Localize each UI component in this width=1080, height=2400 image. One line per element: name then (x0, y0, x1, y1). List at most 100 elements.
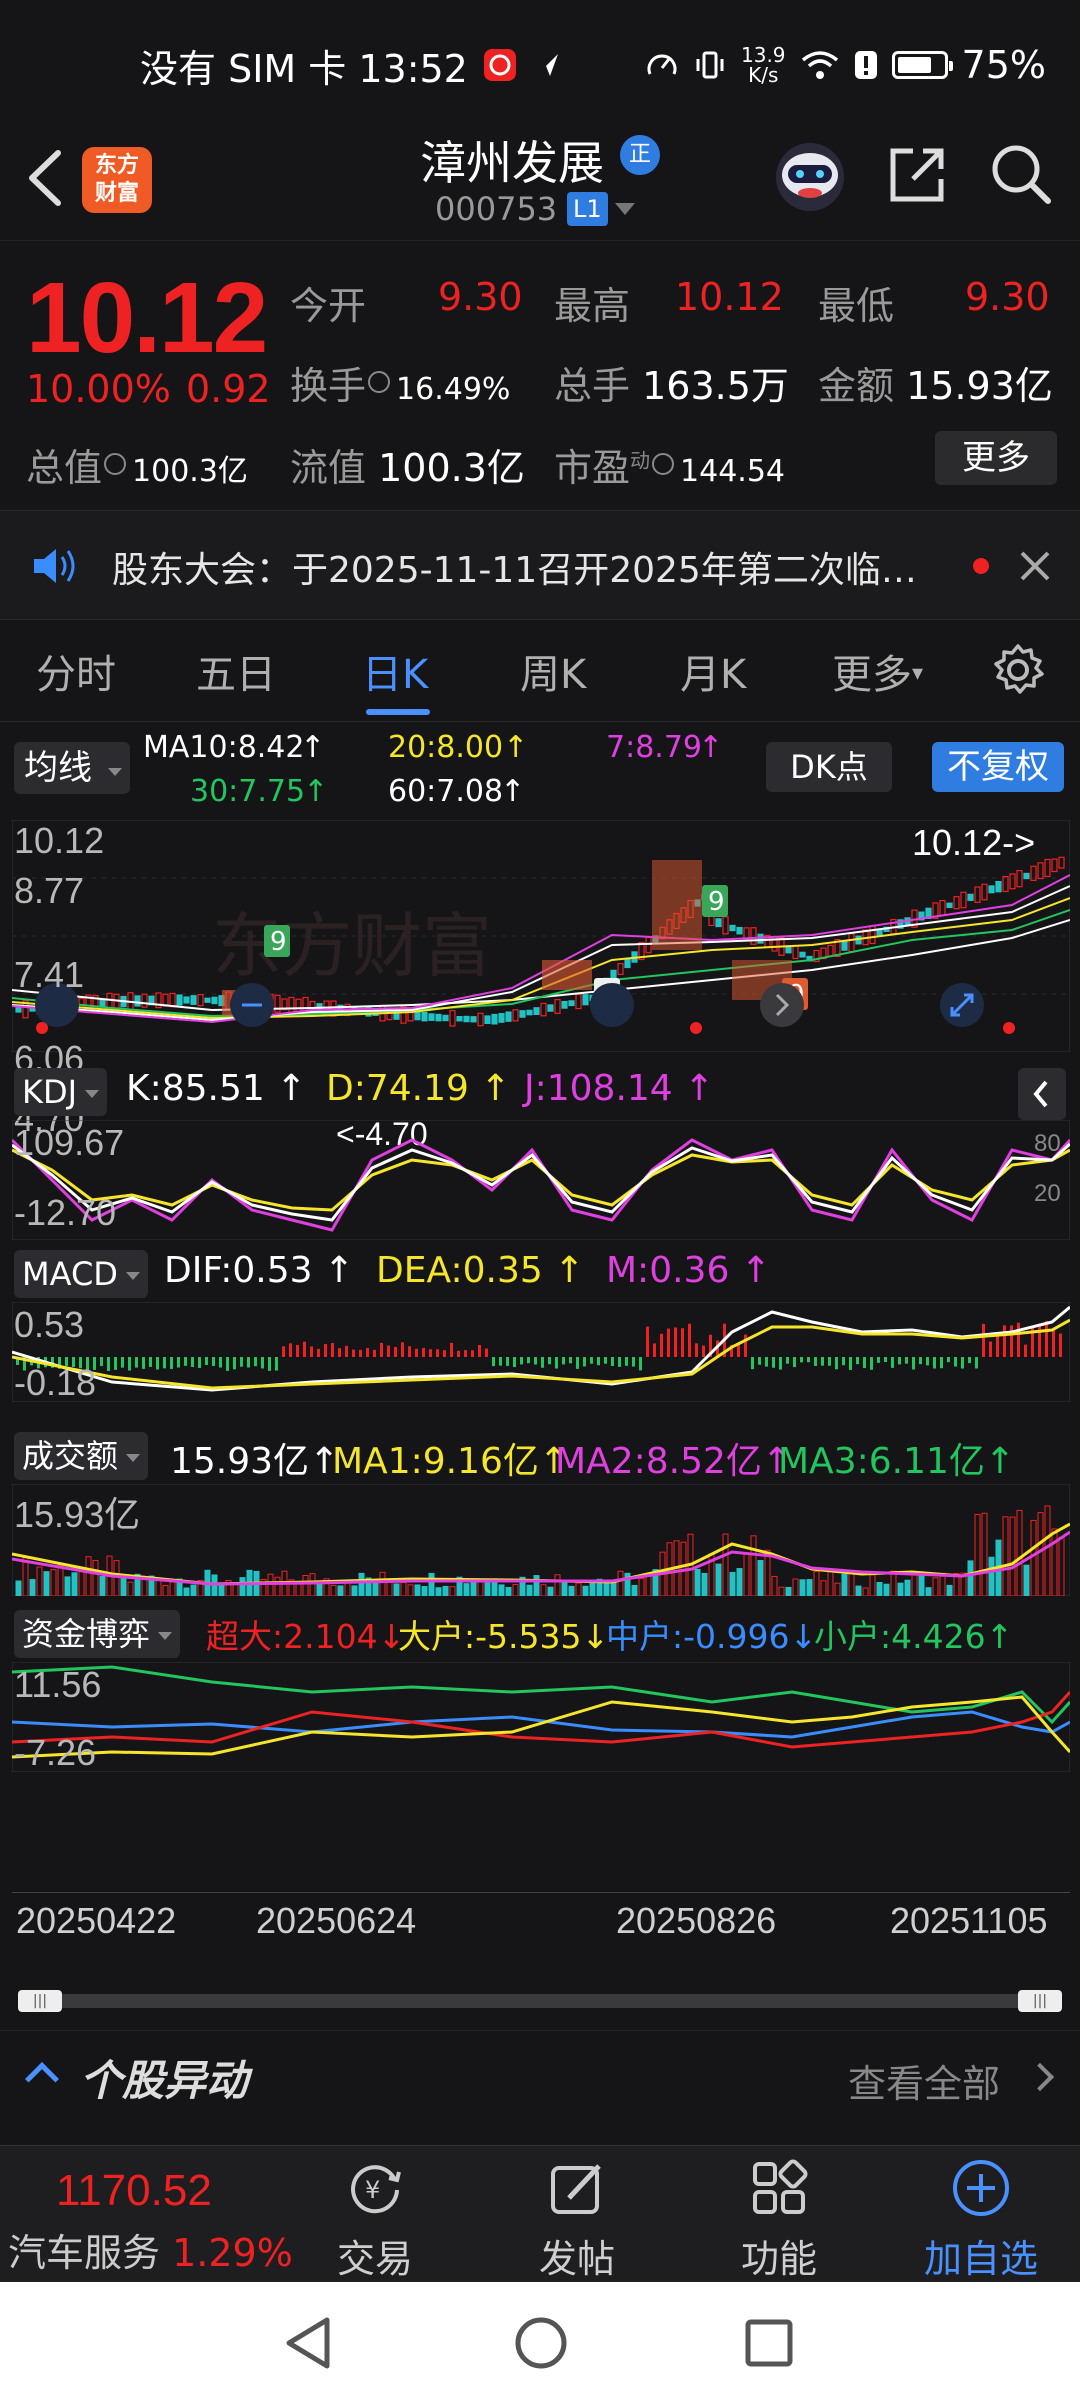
stock-alerts-section[interactable]: 个股异动 查看全部 (0, 2030, 1080, 2120)
macd-bar (121, 1357, 124, 1368)
tab-intraday[interactable]: 分时 (36, 642, 116, 700)
candle (1016, 870, 1023, 888)
fund-plot[interactable] (12, 1662, 1070, 1772)
candle (519, 1010, 526, 1018)
fund-selector[interactable]: 资金博弈 (14, 1610, 181, 1658)
volume-label: 总手 (554, 364, 631, 408)
candle (190, 995, 197, 1005)
macd-bar (247, 1357, 250, 1368)
chevron-right-icon[interactable] (1025, 2062, 1055, 2092)
volume-bar (36, 1566, 43, 1596)
tab-monthly-k[interactable]: 月K (680, 642, 746, 700)
share-icon[interactable] (885, 143, 949, 207)
kdj-selector[interactable]: KDJ (14, 1068, 108, 1116)
volume-bar (309, 1573, 316, 1596)
tab-five-day[interactable]: 五日 (196, 642, 276, 700)
ma-selector[interactable]: 均线 (14, 742, 130, 794)
y-label-2: 8.77 (14, 870, 85, 911)
macd-bar (926, 1357, 929, 1366)
volume-selector[interactable]: 成交额 (14, 1432, 149, 1480)
tab-more-caret-icon: ▾ (912, 661, 924, 686)
nav-home-icon[interactable] (514, 2316, 568, 2370)
volume-bar (876, 1581, 883, 1596)
volume-bar (967, 1560, 974, 1596)
open-row: 今开 (290, 275, 366, 330)
macd-bar (198, 1357, 201, 1368)
function-button[interactable]: 功能 (719, 2156, 839, 2283)
volume-bar (421, 1586, 428, 1596)
kdj-plot[interactable] (12, 1120, 1070, 1240)
kline-chart-area[interactable]: 均线 MA10:8.42 ↑ 20:8.00 ↑ 7:8.79 ↑ 30:7.7… (0, 722, 1080, 1987)
chart-next-button[interactable] (760, 983, 804, 1027)
candle (792, 944, 799, 960)
close-icon[interactable] (1018, 549, 1052, 583)
nav-back-icon[interactable] (283, 2316, 333, 2370)
macd-bar (1024, 1344, 1027, 1357)
macd-bar (429, 1349, 432, 1357)
level-caret-icon[interactable] (615, 203, 635, 215)
tab-daily-k[interactable]: 日K (362, 642, 428, 700)
macd-selector[interactable]: MACD (14, 1250, 148, 1298)
volume-bar (351, 1585, 358, 1596)
post-button[interactable]: 发帖 (517, 2156, 637, 2283)
dk-point-button[interactable]: DK点 (766, 742, 892, 792)
volume-bar (29, 1579, 36, 1596)
scroller-right-handle[interactable]: ||| (1018, 1990, 1062, 2012)
macd-bar (590, 1357, 593, 1364)
app-logo[interactable]: 东方财富 (82, 147, 152, 213)
volume-bar (589, 1580, 596, 1596)
pe-wrap: 市盈动 144.54 (554, 437, 785, 492)
info-dots-icon[interactable] (652, 453, 675, 475)
view-all-link[interactable]: 查看全部 (848, 2053, 1000, 2108)
stock-code: 000753 (435, 190, 558, 228)
level-badge[interactable]: L1 (567, 192, 608, 226)
macd-bar (877, 1357, 880, 1363)
info-dots-icon[interactable] (104, 453, 127, 475)
macd-bar (611, 1357, 614, 1367)
collapse-panel-button[interactable] (1018, 1068, 1066, 1120)
candle (624, 957, 631, 969)
ma20-line (12, 897, 1070, 1020)
macd-bar (618, 1357, 621, 1367)
volume-bar (799, 1579, 806, 1596)
macd-bar (555, 1357, 558, 1369)
chart-tool-circle[interactable] (590, 983, 634, 1027)
add-watchlist-button[interactable]: 加自选 (921, 2156, 1041, 2283)
scroller-left-handle[interactable]: ||| (18, 1990, 62, 2012)
volume-bar (379, 1571, 386, 1596)
plus-circle-icon (953, 2160, 1009, 2216)
robot-assistant-icon[interactable] (770, 135, 850, 215)
macd-bar (373, 1349, 376, 1357)
gear-icon[interactable] (990, 642, 1046, 698)
candle (15, 1007, 22, 1013)
search-icon[interactable] (988, 141, 1054, 207)
fund-large-value: 大户:-5.535 (398, 1617, 582, 1656)
trade-button[interactable]: ¥ 交易 (315, 2156, 435, 2283)
info-dots-icon[interactable] (368, 371, 391, 393)
tab-weekly-k[interactable]: 周K (520, 642, 586, 700)
range-scroller[interactable]: ||| ||| (18, 1990, 1062, 2012)
volume-bar (1044, 1505, 1051, 1596)
ma10-line (12, 885, 1070, 1022)
macd-dif-value: DIF:0.53 (164, 1250, 313, 1291)
volume-bar (981, 1512, 988, 1596)
back-arrow-icon[interactable] (20, 143, 70, 213)
volume-bar (946, 1584, 953, 1596)
chevron-up-icon[interactable] (25, 2062, 59, 2096)
volume-plot[interactable] (12, 1484, 1070, 1596)
function-label: 功能 (740, 2237, 817, 2281)
announcement-bar[interactable]: 股东大会：于2025-11-11召开2025年第二次临时股东大会 (0, 510, 1080, 620)
sector-info[interactable]: 汽车服务 1.29% (8, 2222, 293, 2277)
add-watchlist-label: 加自选 (923, 2237, 1038, 2281)
float-label: 流值 (290, 446, 367, 490)
adjust-button[interactable]: 不复权 (932, 742, 1064, 792)
sector-index-value[interactable]: 1170.52 (56, 2166, 212, 2216)
volume-bar (1002, 1516, 1009, 1596)
macd-plot[interactable] (12, 1302, 1070, 1402)
more-quote-button[interactable]: 更多 (935, 431, 1057, 485)
macd-bar (772, 1357, 775, 1368)
macd-bar (226, 1357, 229, 1371)
tab-more[interactable]: 更多▾ (832, 642, 923, 700)
candle (554, 999, 561, 1014)
nav-recents-icon[interactable] (744, 2318, 794, 2368)
